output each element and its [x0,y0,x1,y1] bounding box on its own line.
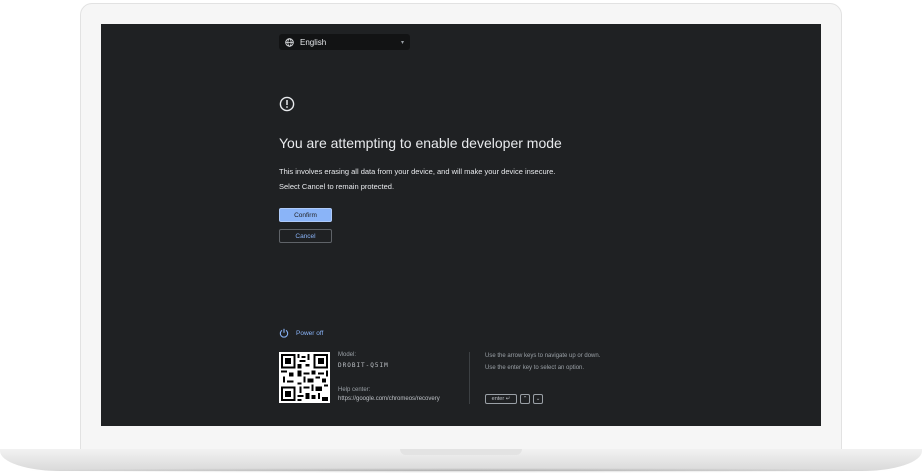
chevron-down-icon: ▾ [400,39,404,46]
language-selector[interactable]: English ▾ [279,34,410,50]
model-label: Model: [338,352,357,358]
globe-icon [285,37,294,47]
power-off-button[interactable]: Power off [279,328,323,338]
description: This involves erasing all data from your… [279,164,555,194]
arrow-up-key-icon: ⌃ [520,394,530,404]
help-center-url: https://google.com/chromeos/recovery [338,396,440,402]
model-value: DROBIT-Q5IM [338,362,389,369]
navigation-hint: Use the arrow keys to navigate up or dow… [485,353,601,359]
cancel-button[interactable]: Cancel [279,229,332,243]
language-label: English [300,37,327,47]
enter-key: enter ↵ [485,394,517,404]
description-line-1: This involves erasing all data from your… [279,167,556,176]
power-icon [279,328,289,338]
help-center-label: Help center: [338,387,371,393]
developer-mode-screen: English ▾ You are attempting to enable d… [101,24,821,426]
footer-divider [469,352,470,404]
description-line-2: Select Cancel to remain protected. [279,182,395,191]
page-title: You are attempting to enable developer m… [279,135,562,151]
confirm-button[interactable]: Confirm [279,208,332,222]
arrow-down-key-icon: ⌄ [533,394,543,404]
laptop-hinge [400,449,522,455]
laptop-shadow [20,468,902,473]
key-legend: enter ↵ ⌃ ⌄ [485,394,543,404]
power-off-label: Power off [296,329,324,337]
select-hint: Use the enter key to select an option. [485,365,585,371]
qr-code [279,352,330,403]
alert-circle-icon [279,96,295,112]
